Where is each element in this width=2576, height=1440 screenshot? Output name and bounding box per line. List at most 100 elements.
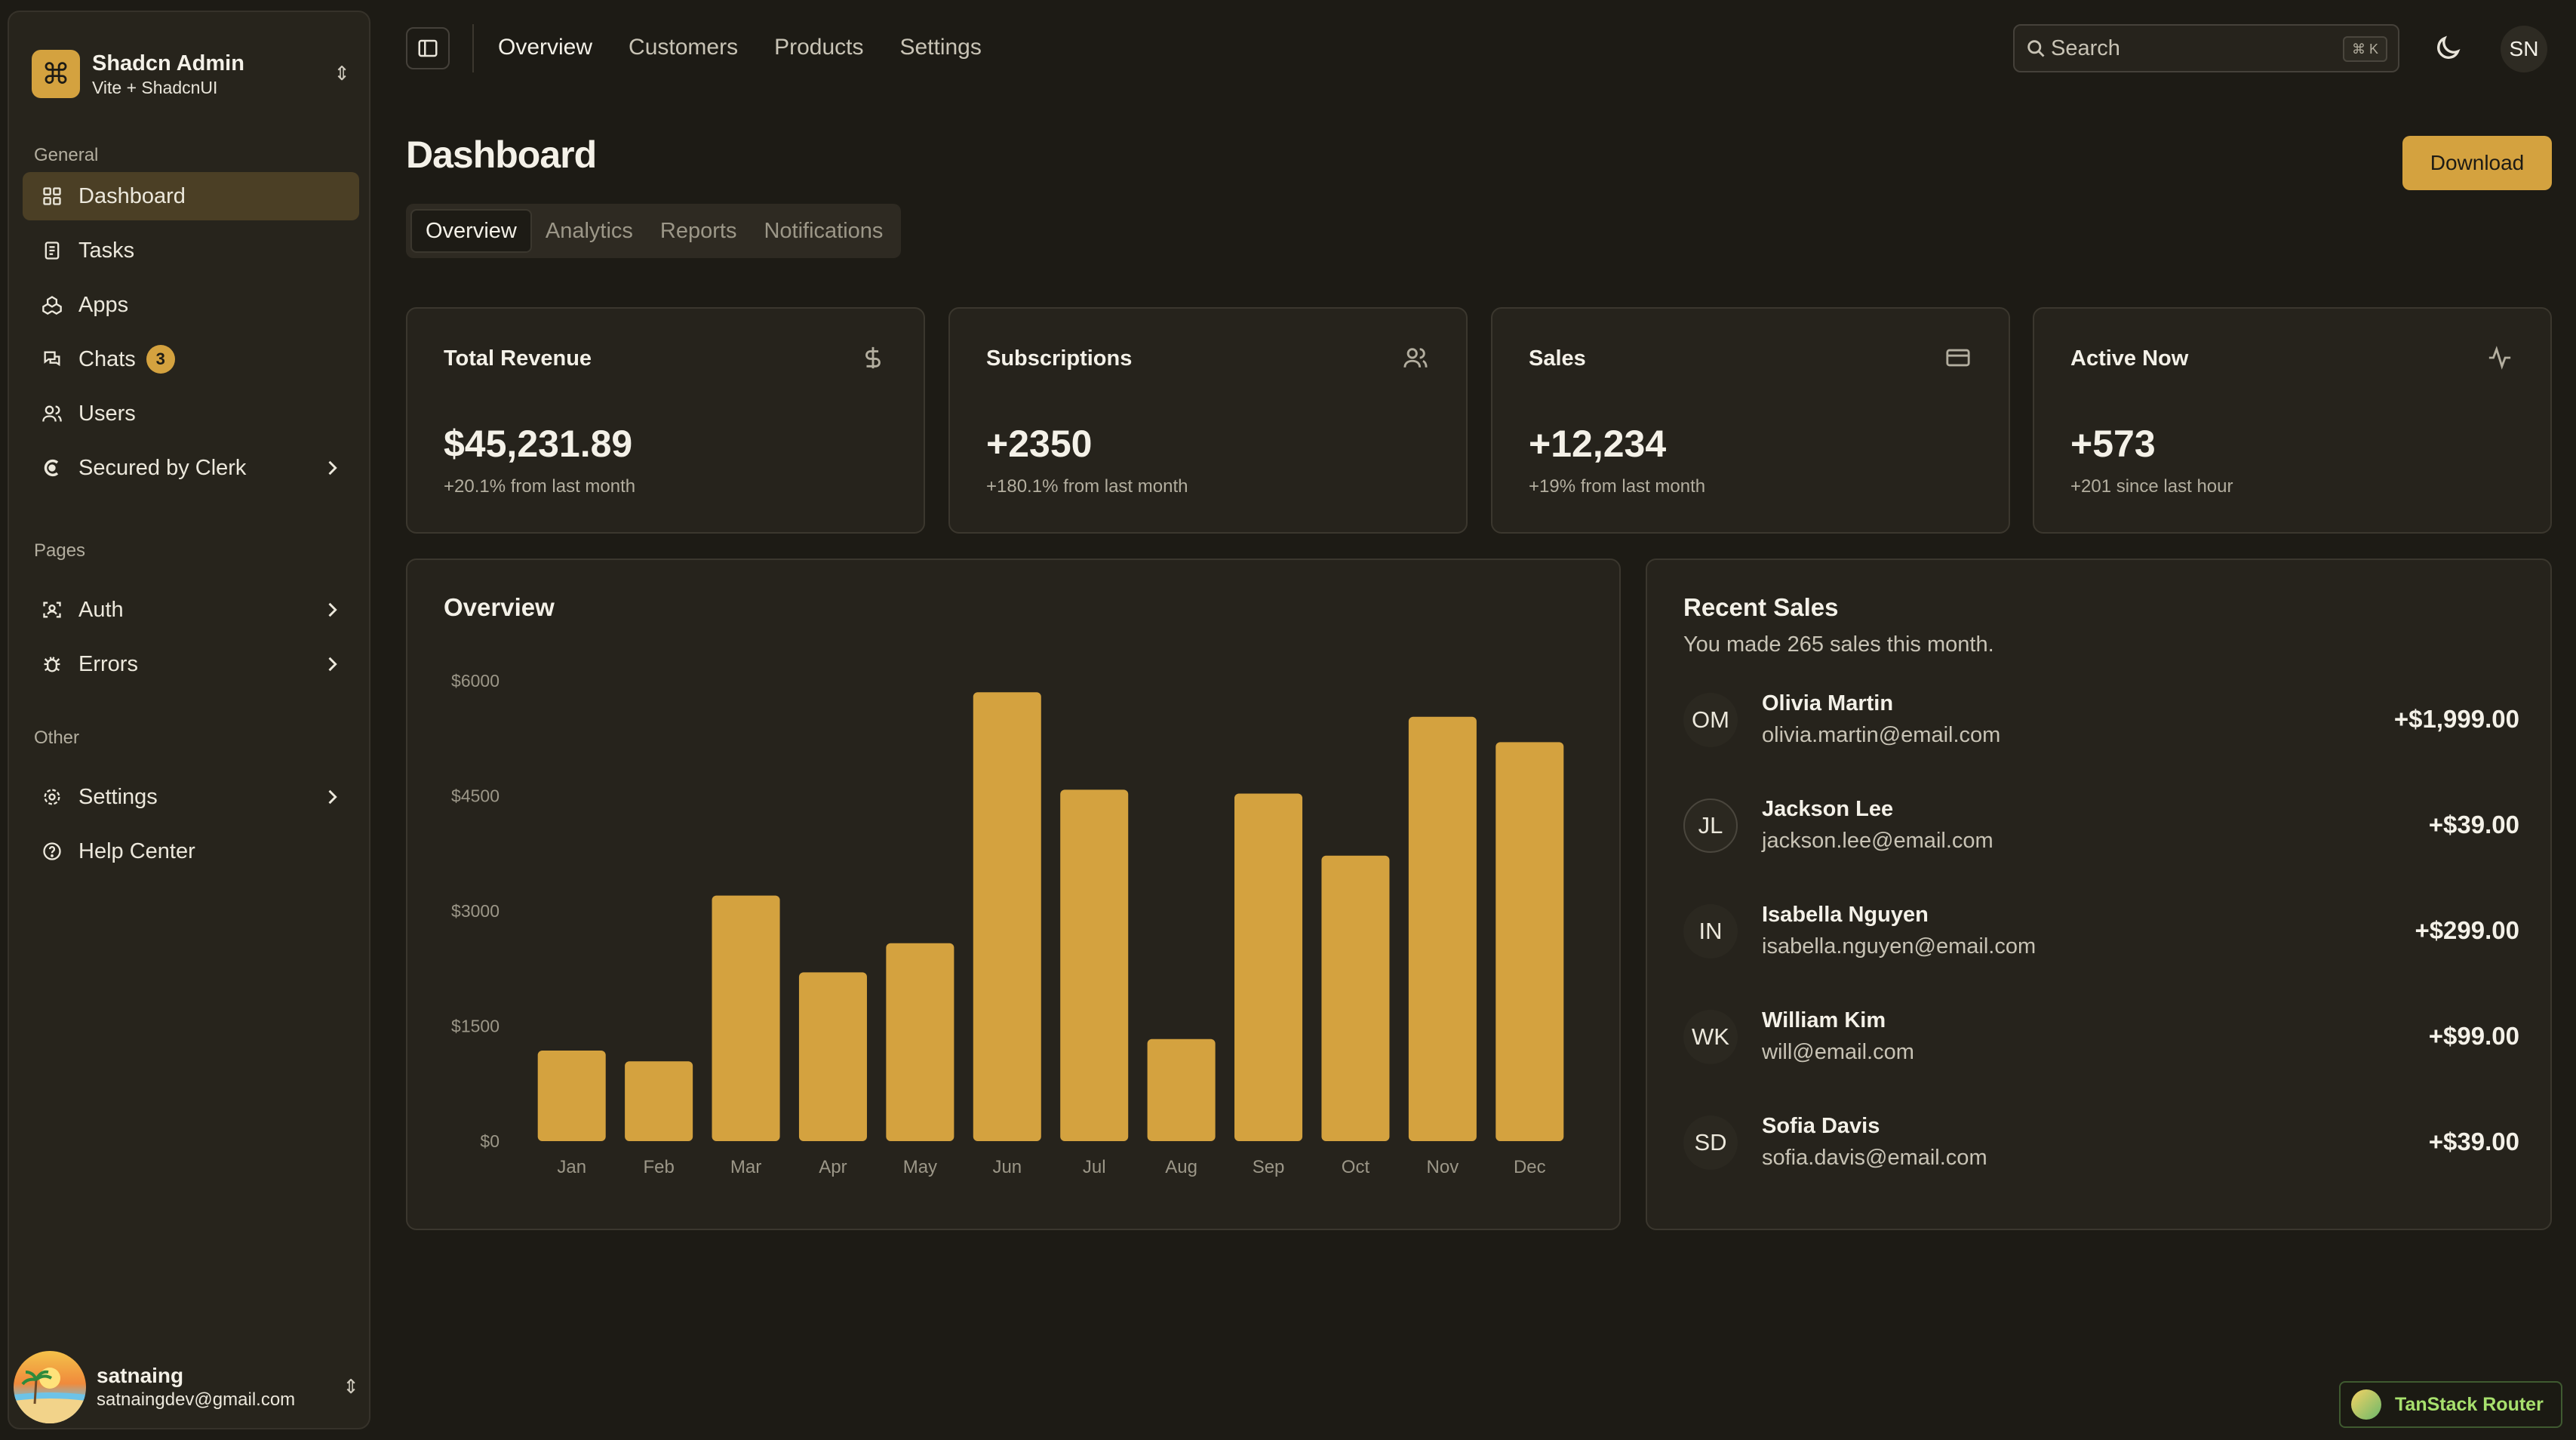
stat-title: Active Now — [2070, 346, 2189, 371]
chats-badge: 3 — [146, 345, 175, 374]
sale-name: Isabella Nguyen — [1762, 903, 1929, 927]
tanstack-devtools-button[interactable]: TanStack Router — [2339, 1381, 2562, 1428]
user-scan-icon — [41, 598, 63, 621]
chevron-right-icon — [328, 789, 337, 805]
overview-card: Overview $0 $1500 $3000 $4500 $6000 Jan Feb Mar… — [406, 558, 1621, 1230]
divider — [472, 24, 474, 72]
bar-mar[interactable] — [712, 895, 780, 1141]
bar-jan[interactable] — [537, 1051, 606, 1141]
stat-value: +2350 — [986, 423, 1093, 465]
group-label-general: General — [34, 145, 99, 165]
sidebar-item-errors[interactable]: Errors — [23, 640, 359, 688]
sidebar-item-dashboard[interactable]: Dashboard — [23, 172, 359, 220]
sidebar-item-label: Secured by Clerk — [78, 455, 247, 480]
x-tick-label: Jun — [992, 1157, 1022, 1177]
sidebar-item-label: Errors — [78, 651, 138, 676]
tab-analytics[interactable]: Analytics — [532, 209, 647, 253]
sale-email: sofia.davis@email.com — [1762, 1146, 1987, 1170]
messages-icon — [41, 348, 63, 371]
page-title: Dashboard — [406, 134, 597, 176]
sale-name: William Kim — [1762, 1008, 1886, 1032]
user-email: satnaingdev@gmail.com — [97, 1389, 296, 1410]
stat-note: +19% from last month — [1529, 476, 1706, 497]
top-nav-settings[interactable]: Settings — [899, 35, 981, 60]
bug-icon — [41, 653, 63, 675]
y-tick-label: $0 — [480, 1131, 500, 1151]
bar-apr[interactable] — [798, 972, 867, 1141]
checklist-icon — [41, 239, 63, 262]
avatar: JL — [1683, 798, 1738, 853]
top-nav-customers[interactable]: Customers — [629, 35, 738, 60]
sidebar-item-help-center[interactable]: Help Center — [23, 827, 359, 875]
sidebar-item-secured-by-clerk[interactable]: Secured by Clerk — [23, 444, 359, 492]
moon-icon[interactable] — [2433, 33, 2463, 63]
profile-avatar[interactable]: SN — [2501, 26, 2547, 72]
bar-jul[interactable] — [1060, 789, 1129, 1141]
list-item: JL Jackson Lee jackson.lee@email.com +$3… — [1683, 795, 2519, 856]
x-tick-label: Nov — [1427, 1157, 1459, 1177]
avatar — [14, 1351, 86, 1423]
chevrons-up-down-icon: ⇕ — [334, 63, 350, 85]
list-item: SD Sofia Davis sofia.davis@email.com +$3… — [1683, 1112, 2519, 1173]
sale-name: Sofia Davis — [1762, 1114, 1880, 1138]
brand-subtitle: Vite + ShadcnUI — [92, 78, 218, 97]
search-input[interactable]: Search ⌘ K — [2013, 24, 2399, 72]
bar-dec[interactable] — [1495, 742, 1564, 1141]
help-circle-icon — [41, 840, 63, 863]
sidebar-item-auth[interactable]: Auth — [23, 586, 359, 634]
bar-nov[interactable] — [1408, 716, 1477, 1141]
user-name: satnaing — [97, 1364, 184, 1387]
top-nav-products[interactable]: Products — [774, 35, 863, 60]
layout-grid-icon — [41, 185, 63, 208]
sale-amount: +$39.00 — [2428, 1128, 2519, 1155]
stat-title: Sales — [1529, 346, 1586, 371]
sale-email: will@email.com — [1762, 1040, 1914, 1064]
x-tick-label: Jan — [557, 1157, 586, 1177]
download-button[interactable]: Download — [2402, 136, 2552, 190]
tab-overview[interactable]: Overview — [410, 209, 532, 253]
sidebar-item-apps[interactable]: Apps — [23, 281, 359, 329]
sale-email: isabella.nguyen@email.com — [1762, 934, 2037, 958]
sidebar-toggle-button[interactable] — [406, 27, 450, 69]
stat-value: $45,231.89 — [444, 423, 633, 465]
list-item: WK William Kim will@email.com +$99.00 — [1683, 1007, 2519, 1067]
list-item: OM Olivia Martin olivia.martin@email.com… — [1683, 690, 2519, 750]
sidebar-item-tasks[interactable]: Tasks — [23, 226, 359, 275]
top-nav-overview[interactable]: Overview — [498, 35, 592, 60]
bar-jun[interactable] — [973, 692, 1041, 1141]
search-placeholder: Search — [2051, 35, 2120, 60]
dollar-icon — [865, 346, 881, 369]
user-menu[interactable]: satnaing satnaingdev@gmail.com ⇕ — [14, 1349, 365, 1425]
chevron-right-icon — [328, 602, 337, 617]
top-nav: Overview Customers Products Settings — [498, 35, 982, 60]
sidebar-item-label: Tasks — [78, 238, 135, 263]
y-tick-label: $4500 — [451, 786, 500, 806]
sidebar-item-users[interactable]: Users — [23, 389, 359, 438]
sale-amount: +$1,999.00 — [2393, 705, 2519, 733]
list-item: IN Isabella Nguyen isabella.nguyen@email… — [1683, 901, 2519, 962]
stat-title: Total Revenue — [444, 346, 592, 371]
sidebar-item-label: Settings — [78, 784, 158, 809]
stat-card-active-now: Active Now +573 +201 since last hour — [2033, 307, 2552, 534]
tab-reports[interactable]: Reports — [647, 209, 751, 253]
bar-sep[interactable] — [1234, 793, 1303, 1141]
team-switcher[interactable]: ⌘ Shadcn Admin Vite + ShadcnUI ⇕ — [32, 38, 356, 110]
sale-name: Jackson Lee — [1762, 797, 1894, 821]
x-tick-label: Mar — [730, 1157, 761, 1177]
tanstack-label: TanStack Router — [2395, 1393, 2544, 1415]
sidebar-item-label: Auth — [78, 597, 124, 622]
chevron-right-icon — [328, 657, 337, 672]
bar-aug[interactable] — [1147, 1038, 1216, 1141]
x-tick-label: Oct — [1342, 1157, 1370, 1177]
bar-feb[interactable] — [625, 1061, 693, 1141]
x-tick-label: Sep — [1253, 1157, 1285, 1177]
packages-icon — [41, 294, 63, 316]
stat-card-total-revenue: Total Revenue $45,231.89 +20.1% from las… — [406, 307, 925, 534]
bar-may[interactable] — [886, 943, 954, 1141]
bar-oct[interactable] — [1321, 855, 1390, 1141]
sidebar-item-settings[interactable]: Settings — [23, 773, 359, 821]
sale-email: jackson.lee@email.com — [1762, 829, 1993, 853]
group-label-pages: Pages — [34, 540, 86, 561]
sidebar-item-chats[interactable]: Chats 3 — [23, 335, 359, 383]
tab-notifications[interactable]: Notifications — [750, 209, 896, 253]
